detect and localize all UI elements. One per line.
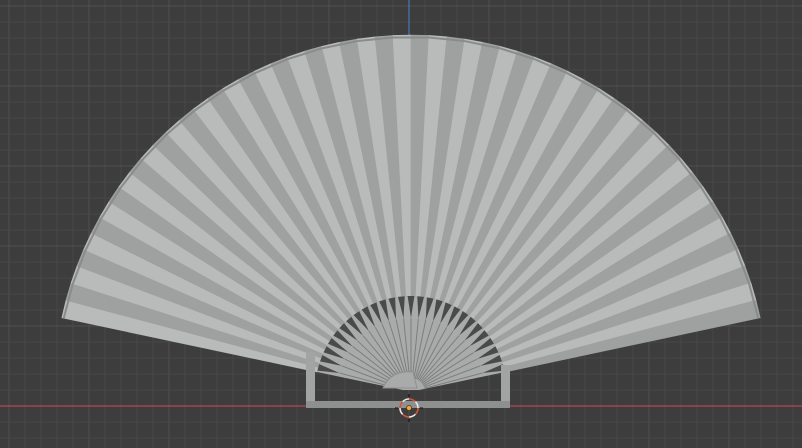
viewport-canvas[interactable] [0,0,802,448]
stand-left-post [306,352,315,407]
3d-viewport[interactable] [0,0,802,448]
stand-right-post [501,365,510,407]
origin-dot [406,405,412,411]
